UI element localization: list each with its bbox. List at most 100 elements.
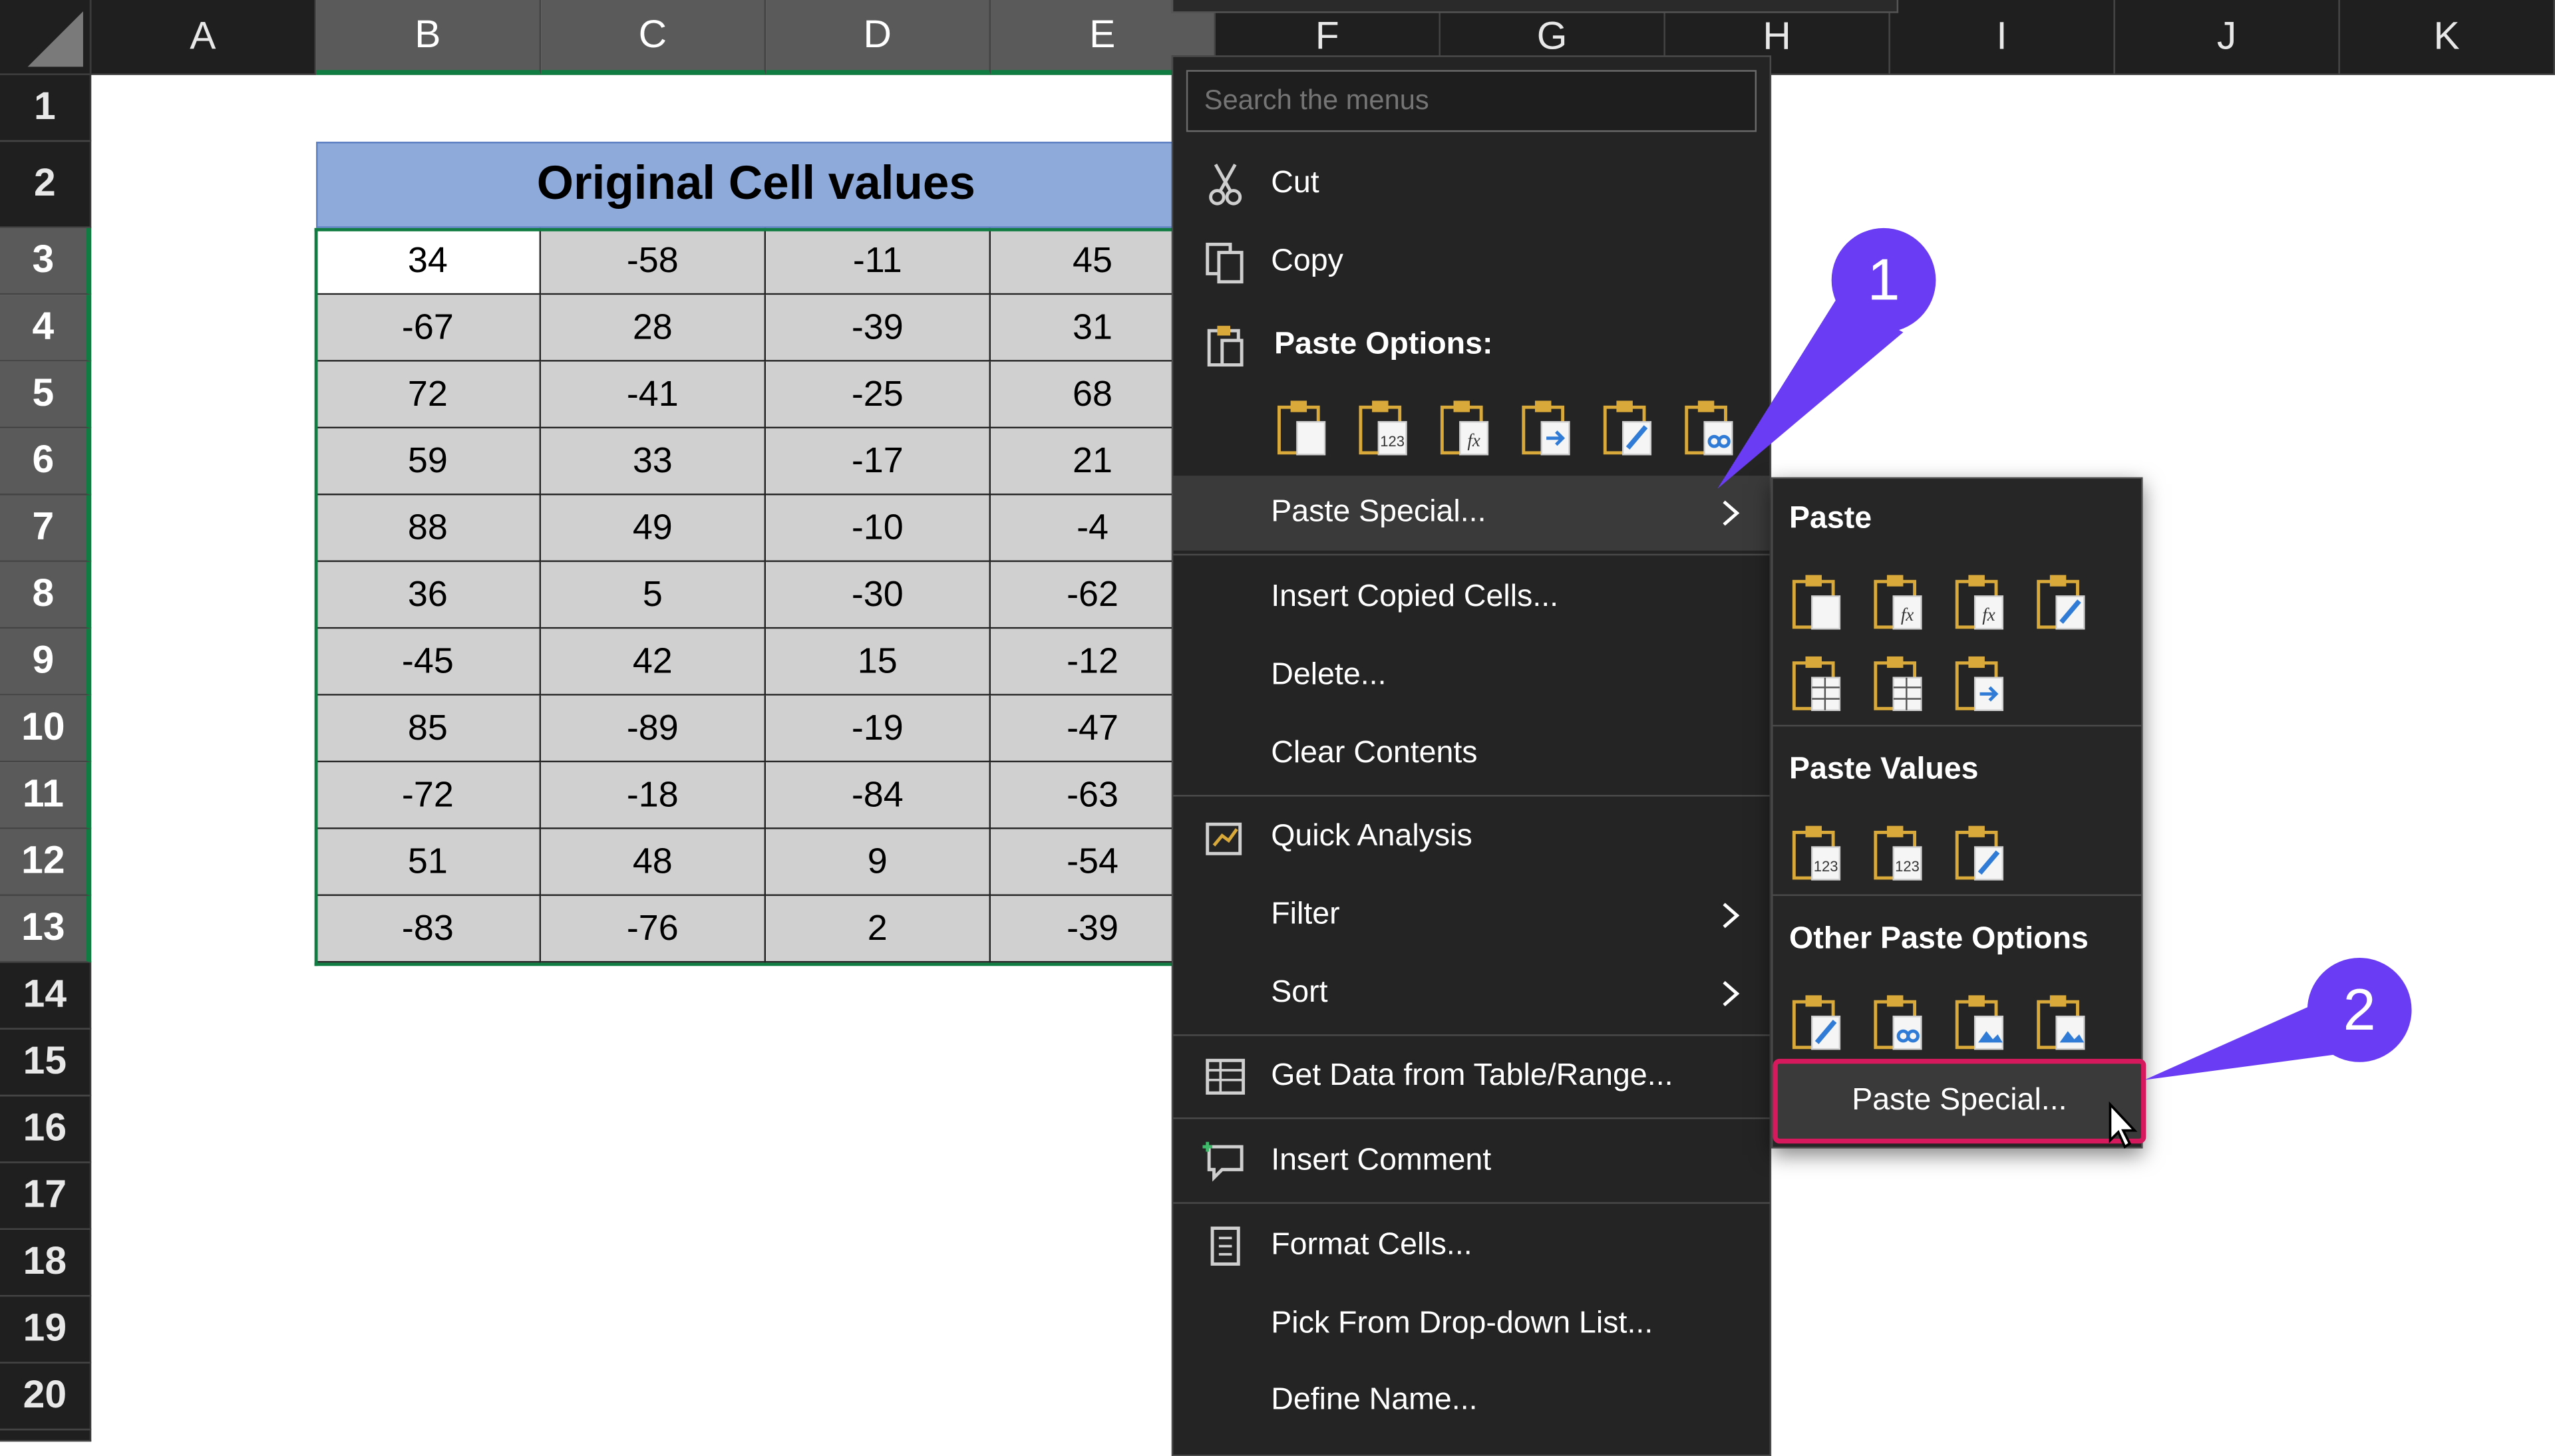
- table-cell[interactable]: -58: [541, 227, 766, 295]
- table-cell[interactable]: 72: [316, 361, 542, 429]
- submenu-paste-button[interactable]: fx: [1952, 573, 2007, 632]
- submenu-paste-button[interactable]: [2033, 573, 2089, 632]
- table-cell[interactable]: -39: [766, 295, 991, 362]
- row-header-6[interactable]: 6: [0, 428, 92, 496]
- table-cell[interactable]: -19: [766, 695, 991, 763]
- table-cell[interactable]: -17: [766, 428, 991, 496]
- table-cell[interactable]: -89: [541, 695, 766, 763]
- row-header-13[interactable]: 13: [0, 895, 92, 963]
- menu-item-insert-copied-cells[interactable]: Insert Copied Cells...: [1173, 560, 1769, 635]
- submenu-paste-button[interactable]: [1870, 994, 1926, 1052]
- table-cell[interactable]: 49: [541, 495, 766, 562]
- table-cell[interactable]: 21: [990, 428, 1196, 496]
- menu-item-paste-special[interactable]: Paste Special...: [1173, 476, 1770, 551]
- menu-item-cut[interactable]: Cut: [1173, 146, 1769, 221]
- row-header-2[interactable]: 2: [0, 142, 92, 228]
- paste-option-button[interactable]: [1274, 399, 1329, 458]
- menu-item-filter[interactable]: Filter: [1173, 878, 1769, 953]
- row-header-16[interactable]: 16: [0, 1096, 92, 1163]
- table-cell[interactable]: -83: [316, 895, 542, 963]
- table-cell[interactable]: 59: [316, 428, 542, 496]
- paste-option-button[interactable]: [1600, 399, 1655, 458]
- table-cell[interactable]: -62: [990, 561, 1196, 629]
- table-cell[interactable]: 42: [541, 629, 766, 696]
- table-cell[interactable]: -45: [316, 629, 542, 696]
- menu-item-format-cells[interactable]: Format Cells...: [1173, 1209, 1769, 1284]
- table-cell[interactable]: -67: [316, 295, 542, 362]
- menu-item-clear-contents[interactable]: Clear Contents: [1173, 717, 1769, 792]
- row-header-3[interactable]: 3: [0, 227, 92, 295]
- paste-option-button[interactable]: 123: [1356, 399, 1411, 458]
- column-header-i[interactable]: I: [1890, 0, 2115, 75]
- table-cell[interactable]: -76: [541, 895, 766, 963]
- table-cell[interactable]: -84: [766, 762, 991, 829]
- paste-option-button[interactable]: fx: [1437, 399, 1492, 458]
- table-cell[interactable]: 88: [316, 495, 542, 562]
- table-cell[interactable]: -12: [990, 629, 1196, 696]
- table-cell[interactable]: 9: [766, 829, 991, 896]
- table-cell[interactable]: -72: [316, 762, 542, 829]
- row-header-21[interactable]: [0, 1430, 92, 1442]
- submenu-paste-button[interactable]: [1952, 655, 2007, 713]
- table-cell[interactable]: 5: [541, 561, 766, 629]
- table-cell[interactable]: -30: [766, 561, 991, 629]
- menu-item-delete[interactable]: Delete...: [1173, 639, 1769, 714]
- table-cell[interactable]: -10: [766, 495, 991, 562]
- column-header-a[interactable]: A: [91, 0, 317, 75]
- table-cell[interactable]: 33: [541, 428, 766, 496]
- table-cell[interactable]: 45: [990, 227, 1196, 295]
- paste-option-button[interactable]: [1518, 399, 1574, 458]
- column-header-d[interactable]: D: [766, 0, 991, 75]
- table-cell[interactable]: -41: [541, 361, 766, 429]
- row-header-7[interactable]: 7: [0, 495, 92, 562]
- submenu-paste-button[interactable]: 123: [1870, 824, 1926, 883]
- table-cell[interactable]: 31: [990, 295, 1196, 362]
- menu-item-define-name[interactable]: Define Name...: [1173, 1364, 1769, 1439]
- submenu-paste-button[interactable]: [1952, 824, 2007, 883]
- row-header-18[interactable]: 18: [0, 1229, 92, 1297]
- paste-special-button[interactable]: Paste Special...: [1773, 1058, 2146, 1144]
- row-header-20[interactable]: 20: [0, 1363, 92, 1431]
- table-cell[interactable]: 34: [316, 227, 542, 295]
- row-header-1[interactable]: 1: [0, 74, 92, 142]
- table-cell[interactable]: -63: [990, 762, 1196, 829]
- submenu-paste-button[interactable]: 123: [1789, 824, 1844, 883]
- row-header-15[interactable]: 15: [0, 1029, 92, 1097]
- search-menus-input[interactable]: [1186, 70, 1757, 132]
- submenu-paste-button[interactable]: [1789, 655, 1844, 713]
- table-cell[interactable]: 28: [541, 295, 766, 362]
- row-header-8[interactable]: 8: [0, 561, 92, 629]
- table-cell[interactable]: -47: [990, 695, 1196, 763]
- table-cell[interactable]: 36: [316, 561, 542, 629]
- table-cell[interactable]: -4: [990, 495, 1196, 562]
- table-cell[interactable]: -54: [990, 829, 1196, 896]
- table-cell[interactable]: 15: [766, 629, 991, 696]
- menu-item-pick-list[interactable]: Pick From Drop-down List...: [1173, 1287, 1769, 1362]
- row-header-12[interactable]: 12: [0, 829, 92, 896]
- table-cell[interactable]: 85: [316, 695, 542, 763]
- column-header-c[interactable]: C: [541, 0, 766, 75]
- menu-item-copy[interactable]: Copy: [1173, 225, 1769, 300]
- submenu-paste-button[interactable]: [1952, 994, 2007, 1052]
- table-cell[interactable]: 2: [766, 895, 991, 963]
- submenu-paste-button[interactable]: fx: [1870, 573, 1926, 632]
- table-cell[interactable]: 51: [316, 829, 542, 896]
- menu-item-quick-analysis[interactable]: Quick Analysis: [1173, 800, 1769, 875]
- submenu-paste-button[interactable]: [1870, 655, 1926, 713]
- submenu-paste-button[interactable]: [2033, 994, 2089, 1052]
- table-cell[interactable]: -39: [990, 895, 1196, 963]
- table-cell[interactable]: -11: [766, 227, 991, 295]
- row-header-11[interactable]: 11: [0, 762, 92, 829]
- row-header-5[interactable]: 5: [0, 361, 92, 429]
- menu-item-get-data[interactable]: Get Data from Table/Range...: [1173, 1039, 1769, 1114]
- row-header-9[interactable]: 9: [0, 629, 92, 696]
- row-header-19[interactable]: 19: [0, 1296, 92, 1364]
- column-header-k[interactable]: K: [2339, 0, 2555, 75]
- submenu-paste-button[interactable]: [1789, 573, 1844, 632]
- row-header-14[interactable]: 14: [0, 962, 92, 1030]
- row-header-10[interactable]: 10: [0, 695, 92, 763]
- column-header-j[interactable]: J: [2115, 0, 2340, 75]
- row-header-4[interactable]: 4: [0, 295, 92, 362]
- table-cell[interactable]: 68: [990, 361, 1196, 429]
- submenu-paste-button[interactable]: [1789, 994, 1844, 1052]
